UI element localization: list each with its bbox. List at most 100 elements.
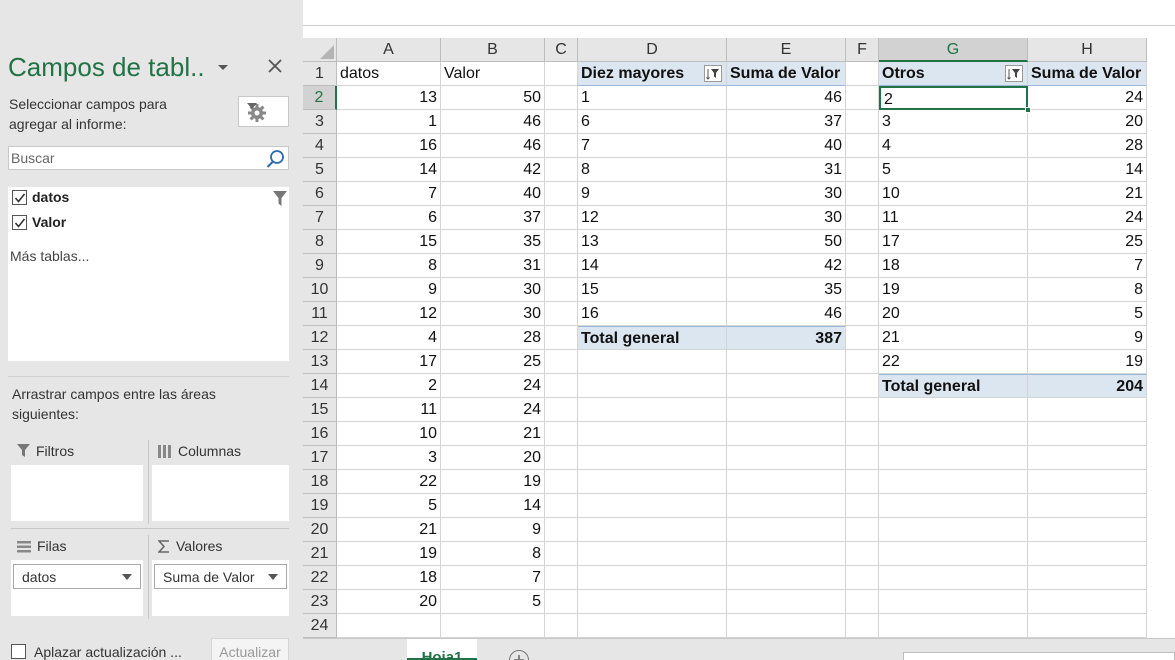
row-header-22[interactable]: 22 — [303, 566, 337, 590]
column-header-a[interactable]: A — [337, 38, 441, 62]
grid-cell[interactable] — [1028, 614, 1147, 638]
source-datos-cell[interactable]: 7 — [337, 182, 441, 206]
grid-cell[interactable] — [545, 398, 578, 422]
pivot2-filter-button[interactable] — [1005, 65, 1023, 82]
grid-cell[interactable] — [879, 446, 1028, 470]
pivot2-total-label[interactable]: Total general — [879, 374, 1028, 398]
grid-cell[interactable] — [578, 590, 727, 614]
source-valor-cell[interactable]: 35 — [441, 230, 545, 254]
pivot2-row-label[interactable]: 19 — [879, 278, 1028, 302]
grid-cell[interactable] — [846, 230, 879, 254]
pivot1-header-value[interactable]: Suma de Valor — [727, 62, 846, 86]
grid-cell[interactable] — [578, 446, 727, 470]
grid-cell[interactable] — [578, 518, 727, 542]
pivot2-row-label[interactable]: 10 — [879, 182, 1028, 206]
row-header-20[interactable]: 20 — [303, 518, 337, 542]
grid-cell[interactable] — [727, 374, 846, 398]
pivot1-row-value[interactable]: 37 — [727, 110, 846, 134]
grid-cell[interactable] — [879, 614, 1028, 638]
source-datos-cell[interactable]: 9 — [337, 278, 441, 302]
column-header-c[interactable]: C — [545, 38, 578, 62]
grid-cell[interactable] — [1028, 518, 1147, 542]
source-datos-cell[interactable]: 2 — [337, 374, 441, 398]
grid-cell[interactable] — [727, 422, 846, 446]
chevron-down-icon[interactable] — [268, 574, 278, 580]
pivot1-row-value[interactable]: 31 — [727, 158, 846, 182]
source-valor-cell[interactable]: 14 — [441, 494, 545, 518]
field-item-datos[interactable]: datos — [10, 187, 289, 209]
tools-button[interactable] — [238, 96, 289, 127]
pivot1-row-value[interactable]: 40 — [727, 134, 846, 158]
update-button[interactable]: Actualizar — [211, 638, 289, 660]
grid-cell[interactable] — [846, 182, 879, 206]
grid-cell[interactable] — [879, 542, 1028, 566]
source-valor-cell[interactable]: 46 — [441, 134, 545, 158]
pivot2-row-label[interactable]: 11 — [879, 206, 1028, 230]
source-datos-cell[interactable]: 4 — [337, 326, 441, 350]
pivot1-row-label[interactable]: 16 — [578, 302, 727, 326]
source-valor-cell[interactable]: 24 — [441, 374, 545, 398]
source-valor-cell[interactable]: 40 — [441, 182, 545, 206]
filters-drop-area[interactable] — [11, 465, 143, 521]
pivot1-total-value[interactable]: 387 — [727, 326, 846, 350]
pivot2-header-value[interactable]: Suma de Valor — [1028, 62, 1147, 86]
pane-options-dropdown[interactable] — [215, 60, 231, 74]
grid-cell[interactable] — [1028, 494, 1147, 518]
source-datos-cell[interactable]: 17 — [337, 350, 441, 374]
grid-cell[interactable] — [545, 422, 578, 446]
grid-cell[interactable] — [578, 374, 727, 398]
close-pane-button[interactable] — [264, 55, 286, 77]
pivot2-row-label[interactable]: 20 — [879, 302, 1028, 326]
row-header-11[interactable]: 11 — [303, 302, 337, 326]
source-datos-cell[interactable]: 11 — [337, 398, 441, 422]
grid-cell[interactable] — [545, 446, 578, 470]
row-header-5[interactable]: 5 — [303, 158, 337, 182]
grid-cell[interactable] — [846, 326, 879, 350]
pivot2-total-value[interactable]: 204 — [1028, 374, 1147, 398]
source-valor-cell[interactable]: 46 — [441, 110, 545, 134]
pivot2-row-value[interactable]: 19 — [1028, 350, 1147, 374]
row-header-24[interactable]: 24 — [303, 614, 337, 638]
grid-cell[interactable] — [879, 518, 1028, 542]
grid-cell[interactable] — [879, 494, 1028, 518]
grid-cell[interactable] — [727, 566, 846, 590]
grid-cell[interactable] — [545, 518, 578, 542]
pivot2-row-value[interactable]: 25 — [1028, 230, 1147, 254]
pivot1-row-label[interactable]: 13 — [578, 230, 727, 254]
chevron-down-icon[interactable] — [122, 574, 132, 580]
pivot1-row-value[interactable]: 35 — [727, 278, 846, 302]
pivot1-row-label[interactable]: 7 — [578, 134, 727, 158]
worksheet-grid[interactable]: ABCDEFGH 1 2 3 4 5 6 7 8 9 10 11 12 13 14 15 16 17 18 19 20… — [303, 38, 1175, 638]
pivot2-row-label[interactable]: 17 — [879, 230, 1028, 254]
grid-cell[interactable] — [578, 422, 727, 446]
source-valor-cell[interactable]: 42 — [441, 158, 545, 182]
grid-cell[interactable] — [846, 278, 879, 302]
grid-cell[interactable] — [545, 614, 578, 638]
grid-cell[interactable] — [1028, 398, 1147, 422]
grid-cell[interactable] — [1028, 422, 1147, 446]
pivot2-header-label[interactable]: Otros — [879, 62, 1028, 86]
pivot2-row-label[interactable]: 2 — [879, 86, 1028, 110]
pivot1-row-label[interactable]: 12 — [578, 206, 727, 230]
grid-cell[interactable] — [846, 470, 879, 494]
pivot2-row-label[interactable]: 18 — [879, 254, 1028, 278]
grid-cell[interactable] — [846, 254, 879, 278]
pivot2-row-value[interactable]: 24 — [1028, 86, 1147, 110]
source-datos-cell[interactable]: 19 — [337, 542, 441, 566]
source-datos-cell[interactable]: 21 — [337, 518, 441, 542]
row-header-16[interactable]: 16 — [303, 422, 337, 446]
grid-cell[interactable] — [727, 398, 846, 422]
grid-cell[interactable] — [545, 158, 578, 182]
grid-cell[interactable] — [545, 326, 578, 350]
pivot1-row-value[interactable]: 30 — [727, 206, 846, 230]
grid-cell[interactable] — [1028, 446, 1147, 470]
grid-cell[interactable] — [846, 446, 879, 470]
row-header-23[interactable]: 23 — [303, 590, 337, 614]
grid-cell[interactable] — [545, 470, 578, 494]
grid-cell[interactable] — [846, 86, 879, 110]
grid-cell[interactable] — [545, 494, 578, 518]
values-field-suma-de-valor[interactable]: Suma de Valor — [154, 564, 287, 589]
grid-cell[interactable] — [545, 254, 578, 278]
source-valor-cell[interactable]: 24 — [441, 398, 545, 422]
pivot2-row-value[interactable]: 28 — [1028, 134, 1147, 158]
